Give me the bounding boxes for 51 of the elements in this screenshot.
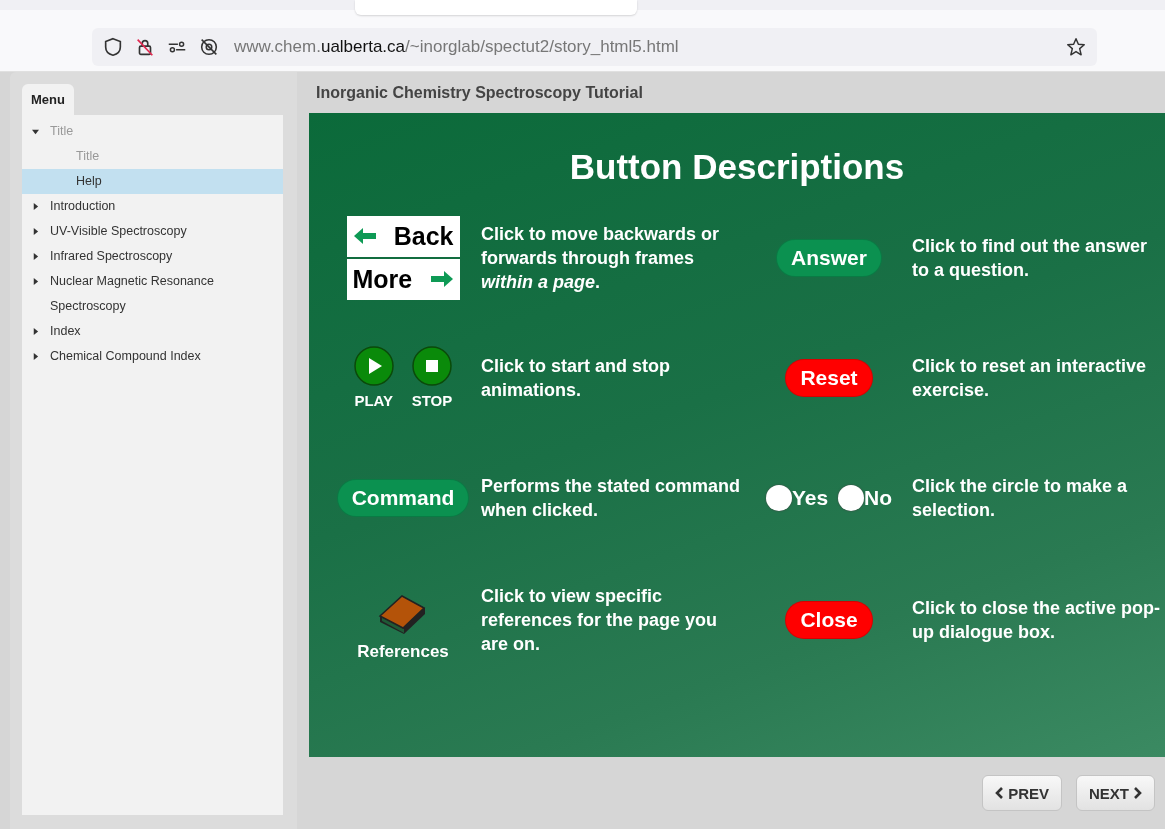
prev-button[interactable]: PREV	[982, 775, 1062, 811]
chevron-left-icon	[995, 787, 1004, 799]
chevron-right-icon	[1134, 787, 1142, 799]
play-button[interactable]	[353, 346, 394, 386]
shield-icon[interactable]	[102, 36, 124, 58]
caret-right-icon[interactable]	[32, 228, 39, 235]
caret-right-icon[interactable]	[32, 253, 39, 260]
caret-down-icon[interactable]	[32, 128, 39, 135]
star-icon[interactable]	[1065, 36, 1087, 58]
button-description: Click to move backwards or forwards through frames within a page.	[481, 222, 721, 294]
caret-right-icon[interactable]	[32, 328, 39, 335]
pill-button[interactable]: Close	[785, 601, 873, 639]
radio-option[interactable]: Yes	[765, 484, 829, 511]
caret-right-icon[interactable]	[32, 203, 39, 210]
button-description: Click the circle to make a selection.	[912, 474, 1129, 522]
menu-item[interactable]: Nuclear Magnetic Resonance Spectroscopy	[22, 269, 283, 319]
arrow-left-icon	[352, 226, 377, 246]
menu-tab[interactable]: Menu	[22, 84, 74, 115]
menu-item[interactable]: Infrared Spectroscopy	[22, 244, 283, 269]
button-description: Click to reset an interactive exercise.	[912, 354, 1148, 402]
references-label[interactable]: References	[357, 642, 449, 662]
button-description: Click to find out the answer to a question.	[912, 234, 1149, 282]
pill-button[interactable]: Command	[336, 478, 470, 517]
slide-title: Button Descriptions	[568, 147, 906, 187]
caret-right-icon[interactable]	[32, 353, 39, 360]
radio-option[interactable]: No	[838, 484, 893, 511]
button-description: Click to close the active pop-up dialogue box.	[912, 597, 1162, 644]
menu-item[interactable]: Help	[22, 169, 283, 194]
button-description: Performs the stated command when clicked.	[481, 474, 742, 522]
back-button[interactable]: Back	[346, 215, 460, 257]
menu-item[interactable]: UV-Visible Spectroscopy	[22, 219, 283, 244]
button-caption: STOP	[411, 392, 453, 409]
menu-item[interactable]: Index	[22, 319, 283, 344]
more-button[interactable]: More	[346, 258, 460, 300]
pill-button[interactable]: Reset	[785, 358, 873, 397]
menu-item[interactable]: Chemical Compound Index	[22, 344, 283, 369]
url-text[interactable]: www.chem.ualberta.ca/~inorglab/spectut2/story_html5.html	[234, 37, 679, 57]
eye-slash-icon[interactable]	[198, 36, 220, 58]
caret-right-icon[interactable]	[32, 278, 39, 285]
pill-button[interactable]: Answer	[776, 238, 882, 277]
course-title: Inorganic Chemistry Spectroscopy Tutorial	[315, 82, 644, 103]
address-bar[interactable]: www.chem.ualberta.ca/~inorglab/spectut2/story_html5.html	[92, 28, 1097, 66]
button-description: Click to start and stop animations.	[481, 354, 672, 402]
button-caption: PLAY	[354, 392, 393, 409]
lock-slash-icon[interactable]	[134, 36, 156, 58]
next-button[interactable]: NEXT	[1076, 775, 1155, 811]
arrow-right-icon	[429, 269, 454, 289]
stop-button[interactable]	[412, 346, 452, 386]
menu-item[interactable]: Introduction	[22, 194, 283, 219]
button-description: Click to view specific references for the page you are on.	[481, 585, 719, 656]
book-icon[interactable]	[378, 592, 428, 636]
